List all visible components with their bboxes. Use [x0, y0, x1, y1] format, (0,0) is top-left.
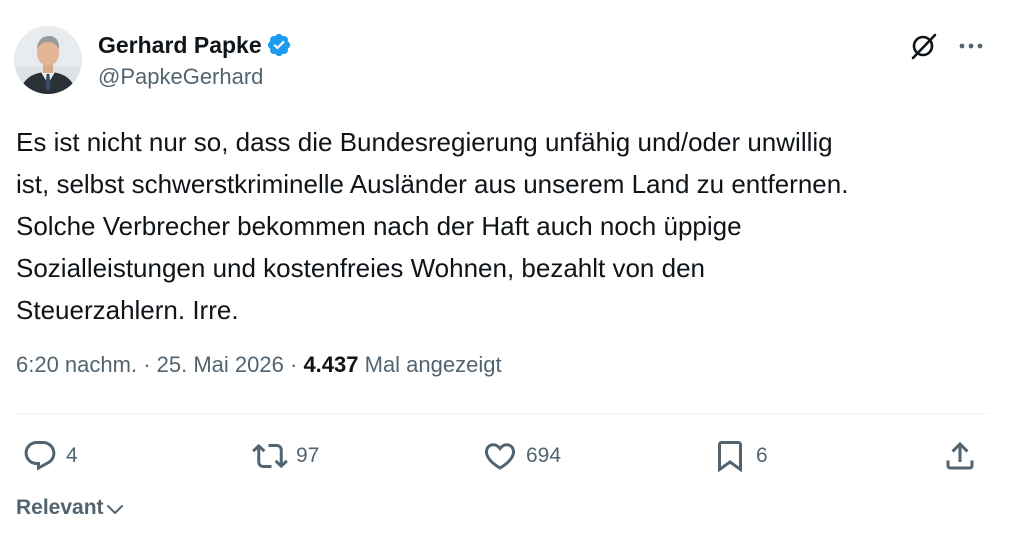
- repost-icon: [252, 443, 288, 469]
- name-row: Gerhard Papke: [98, 30, 292, 60]
- bookmark-button[interactable]: 6: [712, 434, 768, 478]
- bookmark-count: 6: [756, 444, 768, 467]
- tweet-time[interactable]: 6:20 nachm.: [16, 352, 137, 377]
- view-count: 4.437: [303, 352, 359, 377]
- chevron-down-icon: [106, 505, 123, 514]
- handle[interactable]: @PapkeGerhard: [98, 64, 263, 90]
- tweet-text-line: Sozialleistungen und kostenfreies Wohnen…: [16, 253, 705, 283]
- view-label: Mal angezeigt: [364, 352, 502, 377]
- grok-icon: [911, 33, 937, 60]
- avatar-portrait-icon: [14, 26, 82, 94]
- more-button[interactable]: [952, 28, 990, 64]
- tweet-text-line: ist, selbst schwerstkriminelle Ausländer…: [16, 169, 849, 199]
- reply-count: 4: [66, 444, 78, 467]
- sort-replies-dropdown[interactable]: Relevant: [16, 496, 124, 520]
- divider: [16, 413, 988, 414]
- tweet-text-line: Steuerzahlern. Irre.: [16, 295, 239, 325]
- reply-icon: [24, 441, 56, 471]
- share-button[interactable]: [942, 434, 978, 478]
- avatar[interactable]: [14, 26, 82, 94]
- tweet-text-line: Es ist nicht nur so, dass die Bundesregi…: [16, 127, 833, 157]
- more-icon: [959, 43, 983, 49]
- bookmark-icon: [718, 441, 742, 473]
- tweet-text-line: Solche Verbrecher bekommen nach der Haft…: [16, 211, 742, 241]
- action-bar: 4 97 694 6: [16, 434, 988, 478]
- meta-separator: ·: [289, 352, 298, 377]
- verified-badge-icon[interactable]: [266, 32, 292, 58]
- sort-label: Relevant: [16, 496, 104, 519]
- display-name[interactable]: Gerhard Papke: [98, 32, 262, 59]
- tweet-meta: 6:20 nachm. · 25. Mai 2026 · 4.437 Mal a…: [16, 352, 502, 378]
- tweet-date[interactable]: 25. Mai 2026: [157, 352, 284, 377]
- reply-button[interactable]: 4: [22, 434, 78, 478]
- meta-separator: ·: [143, 352, 151, 377]
- like-button[interactable]: 694: [482, 434, 561, 478]
- repost-button[interactable]: 97: [252, 434, 319, 478]
- like-count: 694: [526, 444, 562, 467]
- repost-count: 97: [296, 444, 320, 467]
- share-icon: [946, 441, 974, 470]
- grok-button[interactable]: [906, 28, 942, 64]
- tweet-text: Es ist nicht nur so, dass die Bundesregi…: [16, 121, 996, 331]
- tweet: Gerhard Papke @PapkeGerhard Es ist nicht…: [0, 0, 1012, 542]
- heart-icon: [484, 443, 516, 470]
